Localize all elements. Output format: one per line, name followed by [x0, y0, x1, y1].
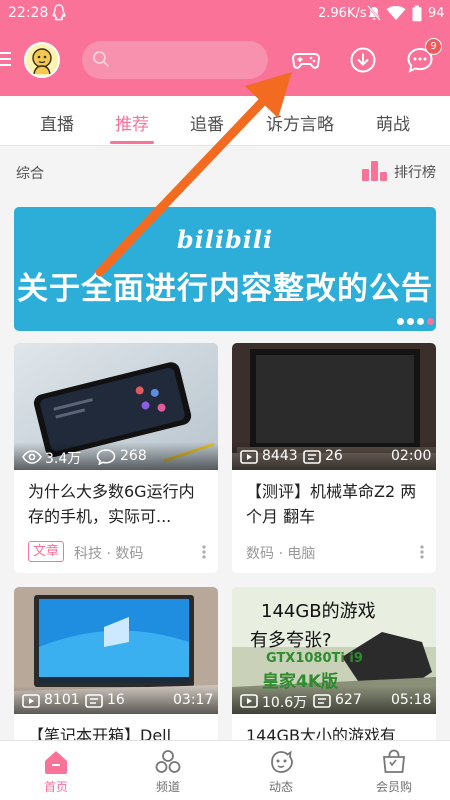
section-title: 综合: [16, 166, 44, 182]
video-stats: 8443 26 02:00: [232, 442, 436, 470]
banner-pager: [397, 318, 436, 326]
search-box[interactable]: [82, 41, 268, 79]
avatar[interactable]: [24, 42, 60, 78]
eye-icon: [22, 449, 42, 468]
battery-icon: [412, 5, 422, 26]
status-time: 22:28: [8, 5, 49, 21]
wifi-icon: [386, 5, 406, 25]
video-duration: 02:00: [391, 448, 432, 464]
tab-bangumi[interactable]: 追番: [190, 110, 224, 135]
nav-dynamic[interactable]: 动态: [225, 741, 337, 800]
video-title: 为什么大多数6G运行内存的手机，实际可...: [28, 482, 195, 526]
video-thumbnail: 8101 16 03:17: [14, 587, 218, 714]
view-count: 3.4万: [45, 451, 82, 467]
comment-icon: [313, 693, 331, 712]
battery-level: 94: [428, 6, 445, 21]
dynamic-icon: [267, 748, 295, 780]
nav-label: 会员购: [375, 780, 412, 794]
pager-dot: [407, 318, 414, 325]
nav-channel[interactable]: 频道: [112, 741, 224, 800]
video-stats: 10.6万 627 05:18: [232, 686, 436, 714]
comment-count: 268: [120, 448, 147, 464]
search-icon: [92, 50, 110, 72]
mute-icon: [367, 5, 381, 25]
tab-moe-battle[interactable]: 萌战: [376, 110, 410, 135]
content-tag: 文章: [28, 541, 65, 562]
video-card[interactable]: 8101 16 03:17 【笔记本开箱】Dell: [14, 587, 218, 747]
comment-count: 627: [335, 692, 362, 708]
video-thumbnail: 8443 26 02:00: [232, 343, 436, 470]
top-tabs: 直播 推荐 追番 诉方言略 萌战: [0, 96, 450, 146]
play-count: 10.6万: [262, 695, 308, 711]
video-category: 数码 · 电脑: [246, 546, 316, 562]
video-stats: 8101 16 03:17: [14, 686, 218, 714]
message-icon: [405, 47, 435, 79]
network-speed: 2.96K/s: [318, 6, 367, 21]
tab-live[interactable]: 直播: [40, 110, 74, 135]
play-count: 8443: [262, 448, 298, 464]
video-card[interactable]: 8443 26 02:00 【测评】机械革命Z2 两个月 翻车 数码 · 电脑: [232, 343, 436, 573]
menu-icon[interactable]: [0, 50, 12, 68]
thumb-caption-3: GTX1080Ti i9: [266, 651, 363, 666]
game-icon: [291, 53, 321, 79]
tab-fanmade[interactable]: 诉方言略: [266, 110, 334, 135]
tab-recommend[interactable]: 推荐: [115, 110, 149, 135]
video-stats: 3.4万 268: [14, 442, 218, 470]
pager-dot: [397, 318, 404, 325]
game-center-button[interactable]: [291, 45, 321, 75]
message-button[interactable]: 9: [405, 38, 442, 75]
play-count: 8101: [44, 692, 80, 708]
nav-label: 首页: [43, 780, 68, 794]
bottom-nav: 首页 频道 动态 会员购: [0, 740, 450, 800]
section-bar: 综合 排行榜: [0, 147, 450, 195]
video-duration: 05:18: [391, 692, 432, 708]
status-bar: 22:28 2.96K/s 94: [0, 0, 450, 28]
rank-icon: [362, 161, 388, 185]
video-thumbnail: 3.4万 268: [14, 343, 218, 470]
qq-icon: [52, 4, 66, 25]
video-card[interactable]: 144GB的游戏 有多夸张? GTX1080Ti i9 皇家4K版 10.6万 …: [232, 587, 436, 747]
more-icon[interactable]: [198, 544, 210, 560]
thumb-caption-1: 144GB的游戏: [261, 601, 376, 622]
nav-label: 动态: [268, 780, 293, 794]
comment-count: 16: [107, 692, 125, 708]
video-duration: 03:17: [173, 692, 214, 708]
bilibili-logo: bilibili: [176, 225, 274, 254]
rank-label: 排行榜: [394, 165, 436, 181]
home-icon: [42, 748, 70, 780]
active-tab-indicator: [110, 141, 154, 144]
message-badge: 9: [425, 38, 442, 55]
nav-shop[interactable]: 会员购: [338, 741, 450, 800]
pager-dot-active: [427, 318, 434, 325]
video-category: 科技 · 数码: [74, 546, 144, 562]
comment-icon: [85, 693, 103, 712]
thumb-caption-2: 有多夸张?: [250, 630, 332, 651]
shop-icon: [380, 748, 408, 780]
pager-dot: [417, 318, 424, 325]
comment-icon: [303, 449, 321, 468]
nav-label: 频道: [155, 780, 180, 794]
nav-home[interactable]: 首页: [0, 741, 112, 800]
banner[interactable]: bilibili 关于全面进行内容整改的公告: [14, 207, 436, 331]
video-thumbnail: 144GB的游戏 有多夸张? GTX1080Ti i9 皇家4K版 10.6万 …: [232, 587, 436, 714]
download-button[interactable]: [348, 45, 378, 75]
play-icon: [22, 693, 40, 712]
channel-icon: [154, 748, 182, 780]
more-icon[interactable]: [416, 544, 428, 560]
banner-title: 关于全面进行内容整改的公告: [17, 271, 433, 307]
play-icon: [240, 449, 258, 468]
play-icon: [240, 693, 258, 712]
download-icon: [348, 47, 378, 79]
comment-count: 26: [325, 448, 343, 464]
app: 22:28 2.96K/s 94 9 直播 推荐 追番 诉方言略 萌战 综合 排…: [0, 0, 450, 800]
video-title: 【测评】机械革命Z2 两个月 翻车: [246, 482, 417, 526]
header: 22:28 2.96K/s 94 9: [0, 0, 450, 96]
video-card[interactable]: 3.4万 268 为什么大多数6G运行内存的手机，实际可... 文章 科技 · …: [14, 343, 218, 573]
comment-icon: [96, 449, 116, 469]
search-input[interactable]: [116, 41, 262, 79]
